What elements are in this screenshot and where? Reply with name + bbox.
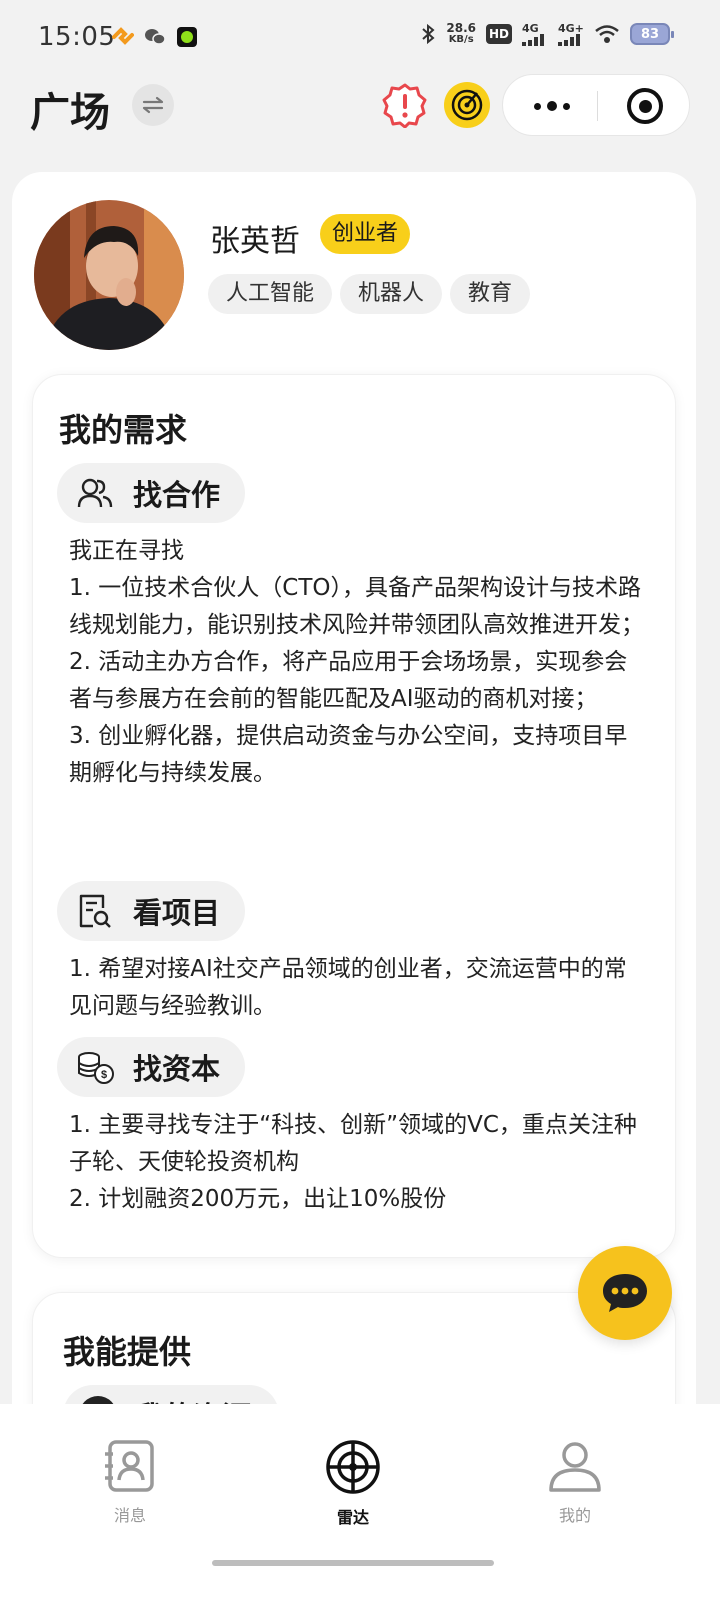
signal-sim2: 4G+: [558, 23, 584, 46]
status-bar: 15:05 28.6 KB/s HD 4G 4G+ 83: [0, 0, 720, 72]
document-search-icon: [75, 891, 115, 931]
need-pill-cooperation[interactable]: 找合作: [57, 463, 245, 523]
swap-arrows-icon: [142, 96, 164, 114]
nav-profile[interactable]: 我的: [515, 1438, 635, 1526]
nav-radar[interactable]: 雷达: [293, 1438, 413, 1528]
need-line: 3. 创业孵化器，提供启动资金与办公空间，支持项目早期孵化与持续发展。: [69, 723, 628, 786]
page-title: 广场: [30, 90, 110, 136]
network-speed: 28.6 KB/s: [446, 22, 476, 46]
tag-item[interactable]: 教育: [450, 274, 531, 314]
miniprogram-capsule: [502, 74, 690, 136]
more-button[interactable]: [529, 91, 575, 121]
sim2-label: 4G+: [558, 21, 584, 35]
needs-card: 我的需求 找合作 我正在寻找 1. 一位技术合伙人（CTO），具备产品架构设计与…: [32, 374, 676, 1258]
offer-heading: 我能提供: [63, 1333, 192, 1371]
nav-label: 我的: [558, 1506, 591, 1525]
need-pill-capital[interactable]: $ 找资本: [57, 1037, 245, 1097]
people-icon: [75, 473, 115, 513]
contact-card-icon: [105, 1440, 154, 1492]
need-line: 1. 主要寻找专注于“科技、创新”领域的VC，重点关注种子轮、天使轮投资机构: [69, 1112, 637, 1175]
need-pill-projects[interactable]: 看项目: [57, 881, 245, 941]
radar-icon: [326, 1440, 380, 1494]
avatar-image: [34, 200, 184, 350]
top-bar: 广场: [0, 72, 720, 152]
network-speed-value: 28.6: [446, 21, 476, 35]
home-indicator[interactable]: [212, 1560, 494, 1566]
role-badge: 创业者: [320, 214, 411, 254]
svg-text:$: $: [101, 1069, 107, 1081]
notification-icons: [112, 26, 198, 48]
chat-fab-button[interactable]: [578, 1246, 672, 1340]
app-notification-icon: [112, 27, 134, 45]
chat-bubble-icon: [603, 1274, 647, 1312]
need-label: 找合作: [133, 478, 221, 512]
battery-indicator: 83: [630, 23, 674, 45]
status-right: 28.6 KB/s HD 4G 4G+ 83: [420, 22, 674, 46]
capsule-divider: [597, 91, 598, 121]
need-line: 2. 计划融资200万元，出让10%股份: [69, 1186, 447, 1212]
signal-bars-icon: [522, 33, 544, 46]
tag-item[interactable]: 人工智能: [208, 274, 333, 314]
alert-button[interactable]: [382, 82, 428, 129]
need-description: 我正在寻找 1. 一位技术合伙人（CTO），具备产品架构设计与技术路线规划能力，…: [69, 533, 649, 792]
need-description: 1. 主要寻找专注于“科技、创新”领域的VC，重点关注种子轮、天使轮投资机构 2…: [69, 1107, 649, 1218]
network-speed-unit: KB/s: [448, 34, 474, 45]
bottom-nav: 消息 雷达 我的: [0, 1404, 720, 1600]
user-icon: [549, 1442, 601, 1492]
radar-toggle-button[interactable]: [444, 82, 490, 128]
signal-bars-icon: [558, 33, 580, 46]
switch-button[interactable]: [132, 84, 174, 126]
hd-badge: HD: [485, 24, 512, 44]
need-label: 找资本: [133, 1052, 221, 1086]
wechat-icon: [145, 29, 166, 45]
close-miniprogram-button[interactable]: [627, 88, 663, 124]
nav-messages[interactable]: 消息: [70, 1438, 190, 1526]
coins-icon: $: [75, 1047, 115, 1087]
alert-badge-icon: [382, 83, 427, 129]
need-line: 1. 希望对接AI社交产品领域的创业者，交流运营中的常见问题与经验教训。: [69, 956, 627, 1019]
need-description: 1. 希望对接AI社交产品领域的创业者，交流运营中的常见问题与经验教训。: [69, 951, 649, 1025]
radar-icon: [451, 89, 483, 121]
need-line: 2. 活动主办方合作，将产品应用于会场场景，实现参会者与参展方在会前的智能匹配及…: [69, 649, 628, 712]
sim1-label: 4G: [522, 21, 539, 35]
nav-label: 消息: [113, 1506, 146, 1525]
nav-label: 雷达: [336, 1508, 369, 1527]
bluetooth-icon: [422, 23, 435, 45]
app-green-icon: [177, 27, 197, 47]
tag-item[interactable]: 机器人: [340, 274, 443, 314]
avatar[interactable]: [34, 200, 184, 350]
status-time: 15:05: [38, 22, 116, 52]
signal-sim1: 4G: [522, 23, 548, 46]
interest-tags: 人工智能 机器人 教育: [208, 274, 531, 314]
user-name: 张英哲: [210, 224, 300, 259]
wifi-icon: [595, 25, 619, 43]
need-line: 我正在寻找: [69, 538, 184, 564]
need-line: 1. 一位技术合伙人（CTO），具备产品架构设计与技术路线规划能力，能识别技术风…: [69, 575, 644, 638]
need-label: 看项目: [133, 896, 221, 930]
needs-heading: 我的需求: [59, 411, 188, 449]
